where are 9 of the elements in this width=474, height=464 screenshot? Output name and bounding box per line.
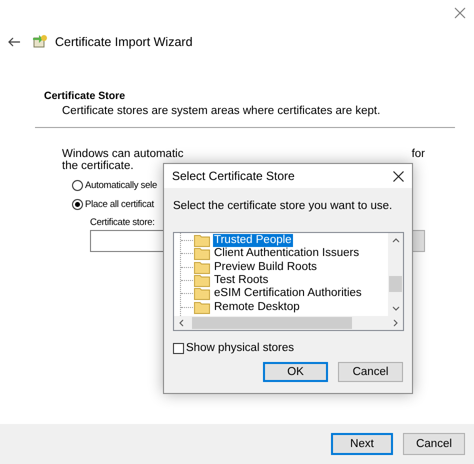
intro-text: Windows can automatic	[62, 148, 184, 160]
field-label: Certificate store:	[90, 217, 156, 228]
intro-text: the certificate.	[62, 160, 135, 172]
dialog-title: Select Certificate Store	[172, 169, 295, 183]
section-description: Certificate stores are system areas where certificates are kept.	[61, 105, 382, 117]
intro-text: for	[412, 148, 425, 160]
dialog-prompt: Select the certificate store you want to use.	[173, 200, 394, 212]
section-heading: Certificate Store	[44, 90, 126, 102]
window-title: Certificate Import Wizard	[55, 35, 193, 49]
